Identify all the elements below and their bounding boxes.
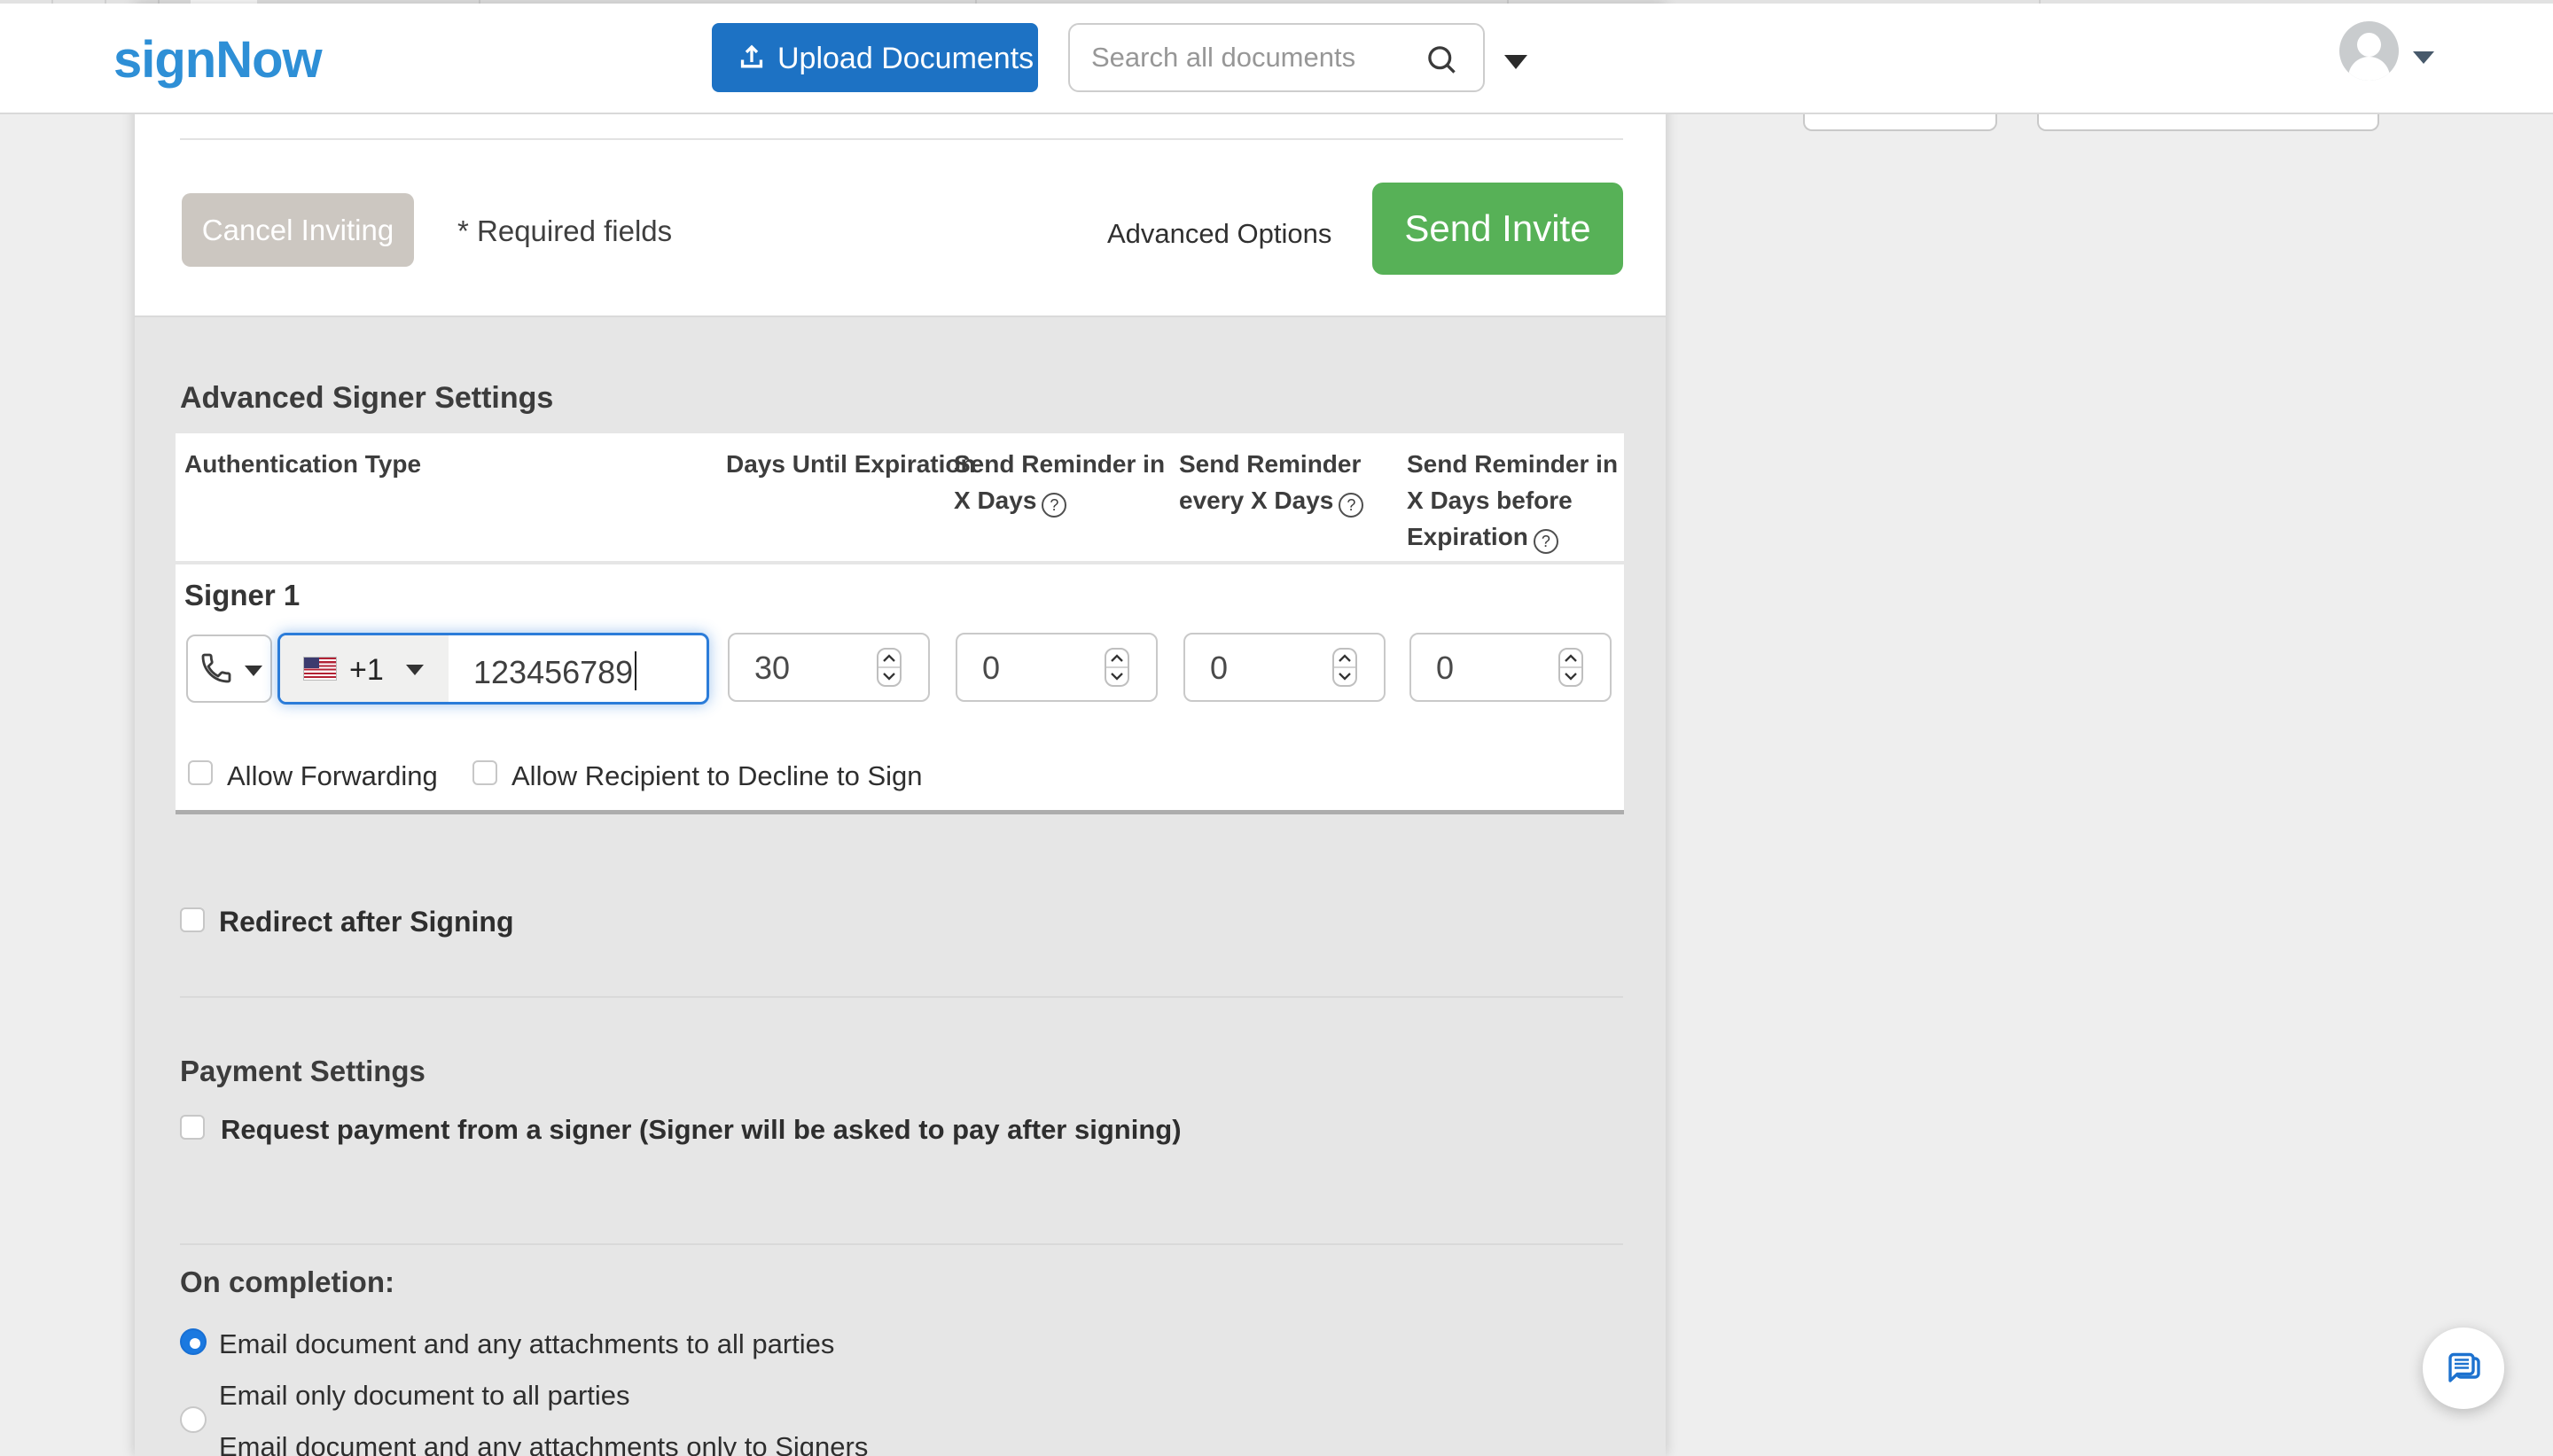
upload-icon [740, 44, 763, 68]
chevron-up-icon [1565, 654, 1577, 662]
help-icon[interactable]: ? [1042, 493, 1067, 518]
advanced-signer-settings-title: Advanced Signer Settings [180, 381, 554, 415]
redirect-after-signing-label: Redirect after Signing [219, 906, 514, 938]
reminder-in-x-days-stepper[interactable] [1105, 648, 1129, 687]
required-fields-note: * Required fields [457, 214, 673, 247]
send-invite-button[interactable]: Send Invite [1372, 183, 1623, 275]
phone-icon [201, 653, 231, 683]
phone-number-group: +1 123456789 [277, 633, 709, 705]
allow-decline-checkbox[interactable] [472, 760, 497, 785]
payment-settings-title: Payment Settings [180, 1055, 426, 1087]
upload-documents-button[interactable]: Upload Documents [712, 23, 1038, 92]
cancel-inviting-button[interactable]: Cancel Inviting [182, 193, 414, 267]
col-days-until-expiration: Days Until Expiration [726, 450, 976, 478]
completion-option-label: Email document and any attachments to al… [219, 1328, 835, 1359]
main-column: Cancel Inviting * Required fields Advanc… [135, 4, 1666, 1456]
avatar[interactable] [2339, 21, 2399, 81]
signer-row: Signer 1 +1 123456789 30 0 0 0 Allow For… [176, 564, 1624, 810]
request-payment-label: Request payment from a signer (Signer wi… [221, 1114, 1182, 1145]
card-divider [180, 138, 1623, 140]
country-code: +1 [349, 653, 384, 687]
signer-name: Signer 1 [184, 579, 301, 611]
col-send-reminder-in-x-days: Send Reminder in X Days? [954, 446, 1175, 518]
chat-icon [2448, 1352, 2480, 1382]
support-chat-button[interactable] [2423, 1328, 2504, 1409]
allow-forwarding-label: Allow Forwarding [227, 760, 438, 791]
allow-decline-label: Allow Recipient to Decline to Sign [511, 760, 923, 791]
advanced-options-link[interactable]: Advanced Options [1107, 218, 1331, 250]
help-icon[interactable]: ? [1533, 529, 1558, 554]
col-send-reminder-before-expiration: Send Reminder in X Days before Expiratio… [1407, 446, 1628, 555]
settings-table-header: Authentication Type Days Until Expiratio… [176, 433, 1624, 561]
phone-number-input[interactable]: 123456789 [449, 635, 707, 702]
reminder-every-x-days-input[interactable]: 0 [1183, 633, 1386, 702]
days-until-expiration-stepper[interactable] [877, 648, 902, 687]
request-payment-checkbox[interactable] [180, 1115, 205, 1140]
chevron-up-icon [1339, 654, 1351, 662]
help-icon[interactable]: ? [1339, 493, 1364, 518]
reminder-in-x-days-input[interactable]: 0 [956, 633, 1158, 702]
search-icon[interactable] [1423, 41, 1462, 80]
section-divider [180, 1243, 1623, 1245]
us-flag-icon [303, 657, 337, 681]
caret-down-icon [406, 665, 424, 675]
redirect-after-signing-checkbox[interactable] [180, 907, 205, 932]
reminder-before-expiration-stepper[interactable] [1558, 648, 1583, 687]
app-header: signNow Upload Documents [0, 4, 2553, 114]
allow-forwarding-checkbox[interactable] [188, 760, 213, 785]
upload-button-label: Upload Documents [777, 42, 1034, 75]
chevron-down-icon [1565, 673, 1577, 681]
avatar-person-icon [2357, 33, 2381, 57]
completion-radio-all-parties-attachments[interactable] [180, 1328, 207, 1355]
signnow-logo[interactable]: signNow [113, 30, 323, 90]
completion-radio-only-document[interactable] [180, 1406, 207, 1433]
chevron-up-icon [883, 654, 895, 662]
days-until-expiration-input[interactable]: 30 [728, 633, 930, 702]
reminder-before-expiration-input[interactable]: 0 [1409, 633, 1612, 702]
section-divider [180, 996, 1623, 998]
caret-down-icon [245, 666, 262, 676]
chevron-down-icon [1111, 673, 1123, 681]
account-menu-caret-icon[interactable] [2413, 51, 2434, 64]
country-code-dropdown[interactable]: +1 [280, 635, 449, 702]
completion-option-label: Email only document to all parties [219, 1380, 630, 1411]
search-box [1068, 23, 1485, 92]
table-bottom-border [176, 810, 1624, 814]
text-cursor [635, 651, 637, 690]
col-send-reminder-every-x-days: Send Reminder every X Days? [1179, 446, 1432, 518]
reminder-every-x-days-stepper[interactable] [1332, 648, 1357, 687]
page: signNow Upload Documents Search all docu… [0, 0, 2553, 1456]
on-completion-title: On completion: [180, 1265, 394, 1298]
chevron-up-icon [1111, 654, 1123, 662]
search-scope-caret-icon[interactable] [1504, 55, 1527, 69]
search-input[interactable] [1089, 30, 1403, 85]
chevron-down-icon [1339, 673, 1351, 681]
col-authentication-type: Authentication Type [184, 450, 422, 478]
invite-actions-card: Cancel Inviting * Required fields Advanc… [135, 113, 1666, 317]
chevron-down-icon [883, 673, 895, 681]
auth-type-dropdown[interactable] [186, 635, 272, 703]
completion-option-label: Email document and any attachments only … [219, 1431, 869, 1456]
